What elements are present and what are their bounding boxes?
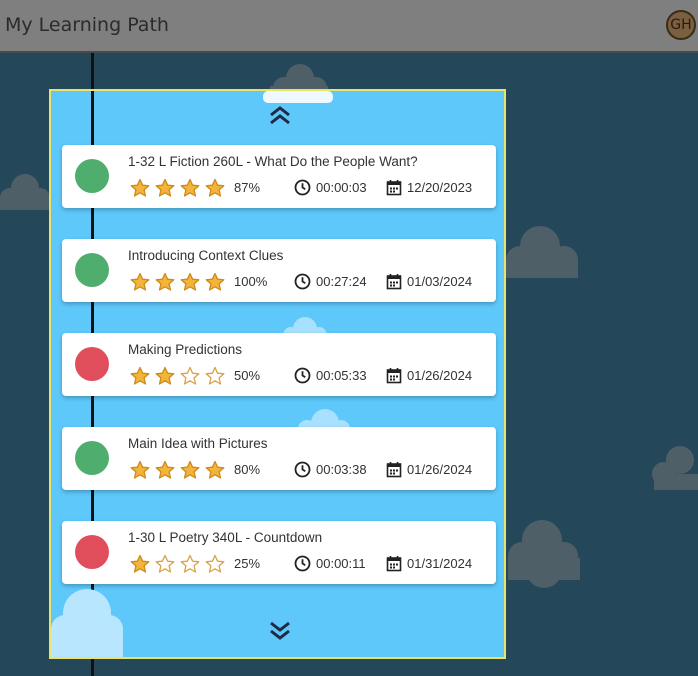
star-filled-icon <box>130 366 150 385</box>
star-rating <box>130 272 225 292</box>
lesson-date: 01/31/2024 <box>386 555 472 572</box>
star-filled-icon <box>130 554 150 573</box>
time-spent: 00:05:33 <box>294 367 367 384</box>
star-empty-icon <box>205 554 225 573</box>
star-empty-icon <box>180 366 200 385</box>
lesson-score: 100% <box>234 274 268 289</box>
lesson-date: 01/26/2024 <box>386 367 472 384</box>
clock-icon <box>294 367 311 384</box>
lesson-title: Introducing Context Clues <box>128 248 284 263</box>
star-filled-icon <box>180 178 200 197</box>
calendar-icon <box>386 556 402 572</box>
time-spent: 00:27:24 <box>294 273 367 290</box>
lesson-title: 1-32 L Fiction 260L - What Do the People… <box>128 154 418 169</box>
status-completed-dot <box>75 159 109 193</box>
calendar-icon <box>386 368 402 384</box>
time-value: 00:27:24 <box>316 274 367 289</box>
app-header: My Learning Path GH <box>0 0 698 53</box>
lesson-card[interactable]: Main Idea with Pictures 80% 00:03:38 01/26/… <box>62 427 496 490</box>
scroll-down-button[interactable] <box>264 619 296 643</box>
star-filled-icon <box>155 366 175 385</box>
lesson-date: 01/26/2024 <box>386 461 472 478</box>
time-value: 00:00:11 <box>316 556 366 571</box>
lesson-card[interactable]: 1-30 L Poetry 340L - Countdown 25% 00:00:1… <box>62 521 496 584</box>
learning-path-panel[interactable]: 1-32 L Fiction 260L - What Do the People… <box>49 89 506 659</box>
date-value: 01/31/2024 <box>407 556 473 571</box>
star-filled-icon <box>130 460 150 479</box>
star-filled-icon <box>155 460 175 479</box>
page-title: My Learning Path <box>5 14 169 36</box>
star-filled-icon <box>155 178 175 197</box>
time-spent: 00:03:38 <box>294 461 367 478</box>
status-incomplete-dot <box>75 347 109 381</box>
calendar-icon <box>386 180 402 196</box>
calendar-icon <box>386 274 402 290</box>
cloud-decoration <box>51 589 123 657</box>
clock-icon <box>294 555 311 572</box>
lesson-card[interactable]: Making Predictions 50% 00:05:33 01/26/2024 <box>62 333 496 396</box>
star-filled-icon <box>130 272 150 291</box>
lesson-title: Main Idea with Pictures <box>128 436 268 451</box>
chevron-double-up-icon <box>270 106 290 125</box>
cloud-decoration <box>652 446 698 490</box>
star-rating <box>130 460 225 480</box>
lesson-score: 80% <box>234 462 261 477</box>
time-spent: 00:00:11 <box>294 555 366 572</box>
time-value: 00:05:33 <box>316 368 367 383</box>
cloud-decoration <box>508 520 580 588</box>
star-empty-icon <box>155 554 175 573</box>
date-value: 01/03/2024 <box>407 274 473 289</box>
date-value: 12/20/2023 <box>407 180 473 195</box>
lesson-date: 12/20/2023 <box>386 179 472 196</box>
status-completed-dot <box>75 253 109 287</box>
calendar-icon <box>386 462 402 478</box>
date-value: 01/26/2024 <box>407 462 473 477</box>
scroll-up-button[interactable] <box>264 103 296 127</box>
star-filled-icon <box>130 178 150 197</box>
clock-icon <box>294 179 311 196</box>
star-filled-icon <box>205 272 225 291</box>
clock-icon <box>294 273 311 290</box>
star-empty-icon <box>205 366 225 385</box>
lesson-date: 01/03/2024 <box>386 273 472 290</box>
star-filled-icon <box>180 460 200 479</box>
star-filled-icon <box>205 178 225 197</box>
lesson-card[interactable]: 1-32 L Fiction 260L - What Do the People… <box>62 145 496 208</box>
avatar[interactable]: GH <box>666 10 696 40</box>
star-rating <box>130 366 225 386</box>
star-rating <box>130 554 225 574</box>
lesson-score: 25% <box>234 556 261 571</box>
date-value: 01/26/2024 <box>407 368 473 383</box>
star-rating <box>130 178 225 198</box>
star-filled-icon <box>180 272 200 291</box>
lesson-card[interactable]: Introducing Context Clues 100% 00:27:24 01/… <box>62 239 496 302</box>
time-value: 00:03:38 <box>316 462 367 477</box>
lesson-score: 50% <box>234 368 261 383</box>
status-incomplete-dot <box>75 535 109 569</box>
lesson-title: Making Predictions <box>128 342 243 357</box>
lesson-score: 87% <box>234 180 261 195</box>
time-value: 00:00:03 <box>316 180 367 195</box>
cloud-decoration <box>506 226 578 278</box>
star-filled-icon <box>205 460 225 479</box>
cloud-decoration <box>0 174 50 210</box>
time-spent: 00:00:03 <box>294 179 367 196</box>
chevron-double-down-icon <box>270 621 290 640</box>
star-filled-icon <box>155 272 175 291</box>
lesson-title: 1-30 L Poetry 340L - Countdown <box>128 530 323 545</box>
clock-icon <box>294 461 311 478</box>
status-completed-dot <box>75 441 109 475</box>
star-empty-icon <box>180 554 200 573</box>
